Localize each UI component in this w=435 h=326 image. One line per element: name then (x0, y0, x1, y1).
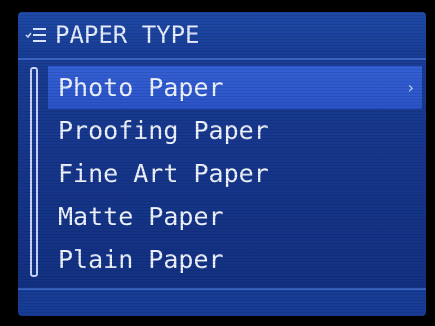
device-frame: PAPER TYPE Photo Paper › Proofing Paper … (0, 0, 435, 326)
scrollbar[interactable] (30, 67, 38, 277)
menu-item-label: Plain Paper (58, 245, 224, 274)
menu-item-label: Photo Paper (58, 73, 224, 102)
paper-type-list: Photo Paper › Proofing Paper Fine Art Pa… (48, 66, 422, 281)
scroll-thumb[interactable] (32, 69, 36, 275)
menu-item-plain-paper[interactable]: Plain Paper (48, 238, 422, 281)
menu-item-matte-paper[interactable]: Matte Paper (48, 195, 422, 238)
menu-list-icon (25, 28, 46, 42)
menu-item-photo-paper[interactable]: Photo Paper › (48, 66, 422, 109)
menu-item-fine-art-paper[interactable]: Fine Art Paper (48, 152, 422, 195)
header-bar: PAPER TYPE (18, 12, 426, 60)
menu-item-label: Proofing Paper (58, 116, 269, 145)
page-title: PAPER TYPE (55, 21, 200, 49)
chevron-right-icon: › (407, 78, 414, 97)
lcd-screen: PAPER TYPE Photo Paper › Proofing Paper … (18, 12, 426, 316)
menu-item-label: Matte Paper (58, 202, 224, 231)
status-bar (18, 290, 426, 316)
menu-item-proofing-paper[interactable]: Proofing Paper (48, 109, 422, 152)
menu-item-label: Fine Art Paper (58, 159, 269, 188)
